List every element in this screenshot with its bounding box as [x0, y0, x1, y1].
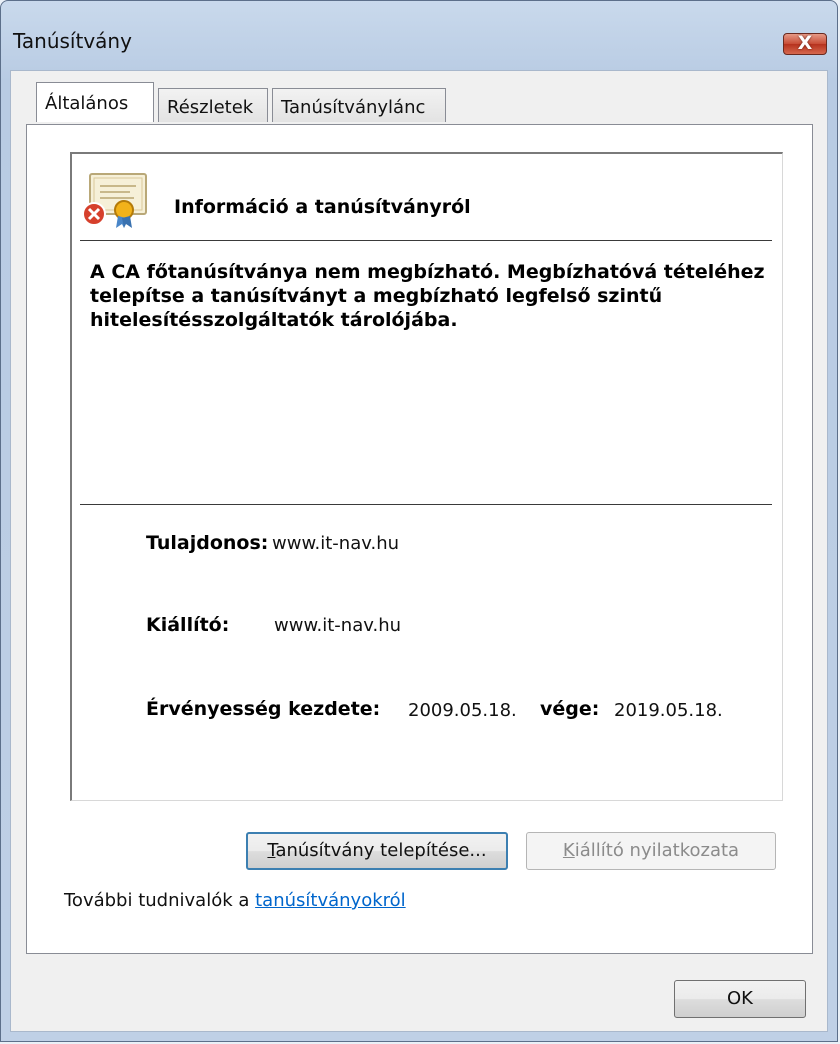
owner-label: Tulajdonos: [146, 532, 269, 554]
more-info-prefix: További tudnivalók a [64, 890, 256, 911]
certificate-error-icon [82, 173, 147, 228]
install-certificate-button[interactable]: Tanúsítvány telepítése... [246, 832, 508, 870]
install-label-rest: anúsítvány telepítése... [275, 840, 487, 861]
tab-general[interactable]: Általános [36, 82, 154, 122]
certificates-link[interactable]: tanúsítványokról [255, 890, 406, 911]
ok-label: OK [727, 988, 753, 1009]
tab-details[interactable]: Részletek [158, 88, 268, 122]
issuer-value: www.it-nav.hu [274, 615, 402, 636]
validity-to-value: 2019.05.18. [614, 700, 723, 721]
divider-bottom [80, 504, 772, 505]
validity-from-value: 2009.05.18. [408, 700, 517, 721]
info-heading: Információ a tanúsítványról [174, 196, 471, 218]
tab-label: Részletek [167, 97, 254, 118]
close-icon: X [797, 32, 813, 54]
owner-value: www.it-nav.hu [272, 533, 400, 554]
tab-certification-path[interactable]: Tanúsítványlánc [272, 88, 446, 122]
tab-label: Tanúsítványlánc [281, 97, 426, 118]
issuer-statement-button[interactable]: Kiállító nyilatkozata [526, 832, 776, 870]
trust-warning-text: A CA főtanúsítványa nem megbízható. Megb… [90, 261, 765, 331]
divider-top [80, 240, 772, 241]
window-title: Tanúsítvány [13, 29, 132, 53]
more-info-text: További tudnivalók a tanúsítványokról [64, 890, 406, 911]
validity-to-label: vége: [540, 698, 600, 720]
validity-from-label: Érvényesség kezdete: [146, 698, 381, 720]
close-button[interactable]: X [783, 32, 827, 55]
ok-button[interactable]: OK [674, 980, 806, 1018]
issuer-statement-label-rest: iállító nyilatkozata [574, 840, 740, 861]
issuer-statement-accesskey: K [562, 840, 575, 861]
tab-label: Általános [45, 93, 129, 114]
issuer-label: Kiállító: [146, 614, 230, 636]
